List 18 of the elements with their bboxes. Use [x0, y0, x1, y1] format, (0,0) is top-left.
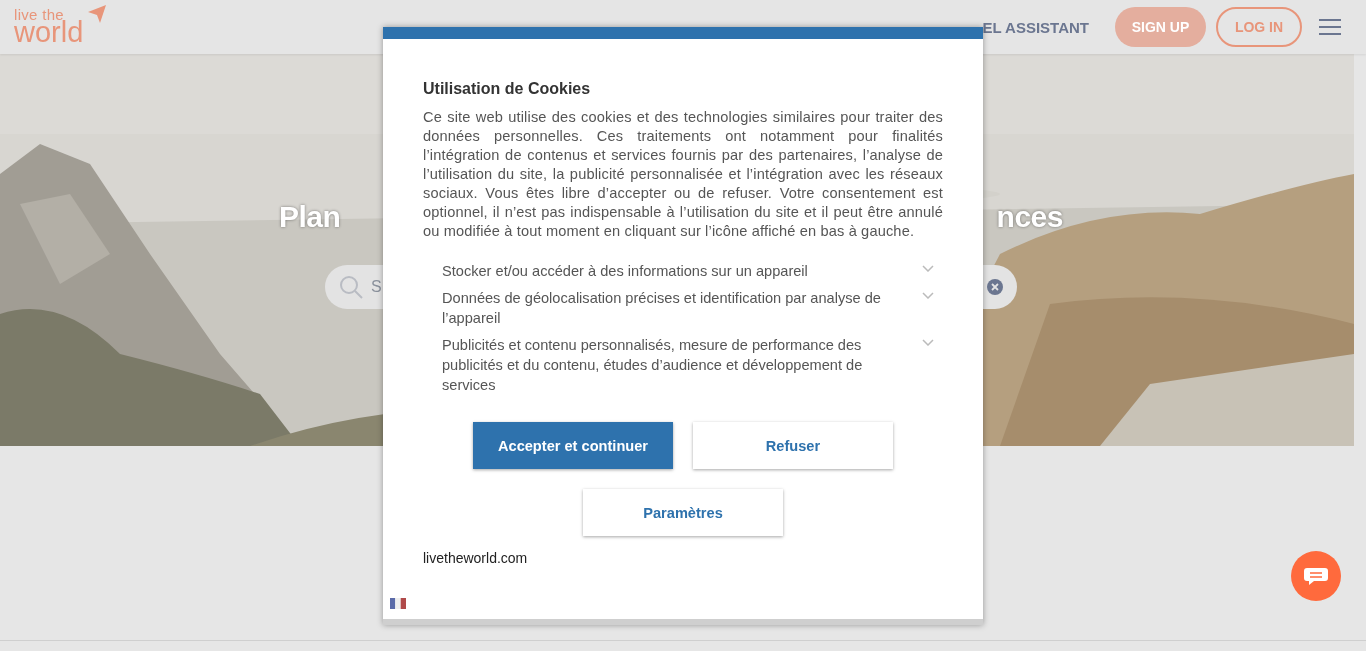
paper-plane-icon	[86, 3, 109, 25]
menu-icon[interactable]	[1319, 18, 1341, 36]
search-icon	[339, 275, 363, 299]
dialog-text: Ce site web utilise des cookies et des technologies similaires pour traiter des données personnelles. Ces traitements ont notamment pour finalités l’intégration de contenus et services fournis par des partenaires, l’analyse de l’utilisation du site, la publicité personnalisée et l’intégration avec les réseaux sociaux. Vous êtes libre d’accepter ou de refuser. Votre consentement est optionnel, il n’est pas indispensable à l’utilisation du site et il peut être annulé ou modifiée à tout moment en cliquant sur l’icône affiché en bas à gauche.	[423, 108, 943, 241]
dialog-button[interactable]: Refuser	[693, 422, 893, 469]
purpose-item[interactable]: Données de géolocalisation précises et identification par analyse de l’appareil	[442, 288, 943, 328]
flag-icon[interactable]	[390, 598, 406, 609]
clear-icon[interactable]	[987, 279, 1003, 295]
hero-title: Plan	[279, 199, 341, 235]
site-name: livetheworld.com	[423, 550, 529, 566]
hero-title: nces	[996, 199, 1063, 235]
dialog-title: Utilisation de Cookies	[423, 79, 592, 99]
purpose-item[interactable]: Stocker et/ou accéder à des informations sur un appareil	[442, 261, 943, 281]
nav-link[interactable]: EL ASSISTANT	[982, 18, 1089, 36]
chat-button[interactable]	[1291, 551, 1341, 601]
purpose-item[interactable]: Publicités et contenu personnalisés, mesure de performance des publicités et du contenu, études d’audience et développement de services	[442, 335, 943, 395]
dialog-button[interactable]: Accepter et continuer	[473, 422, 673, 469]
dialog-button[interactable]: Paramètres	[583, 489, 783, 536]
